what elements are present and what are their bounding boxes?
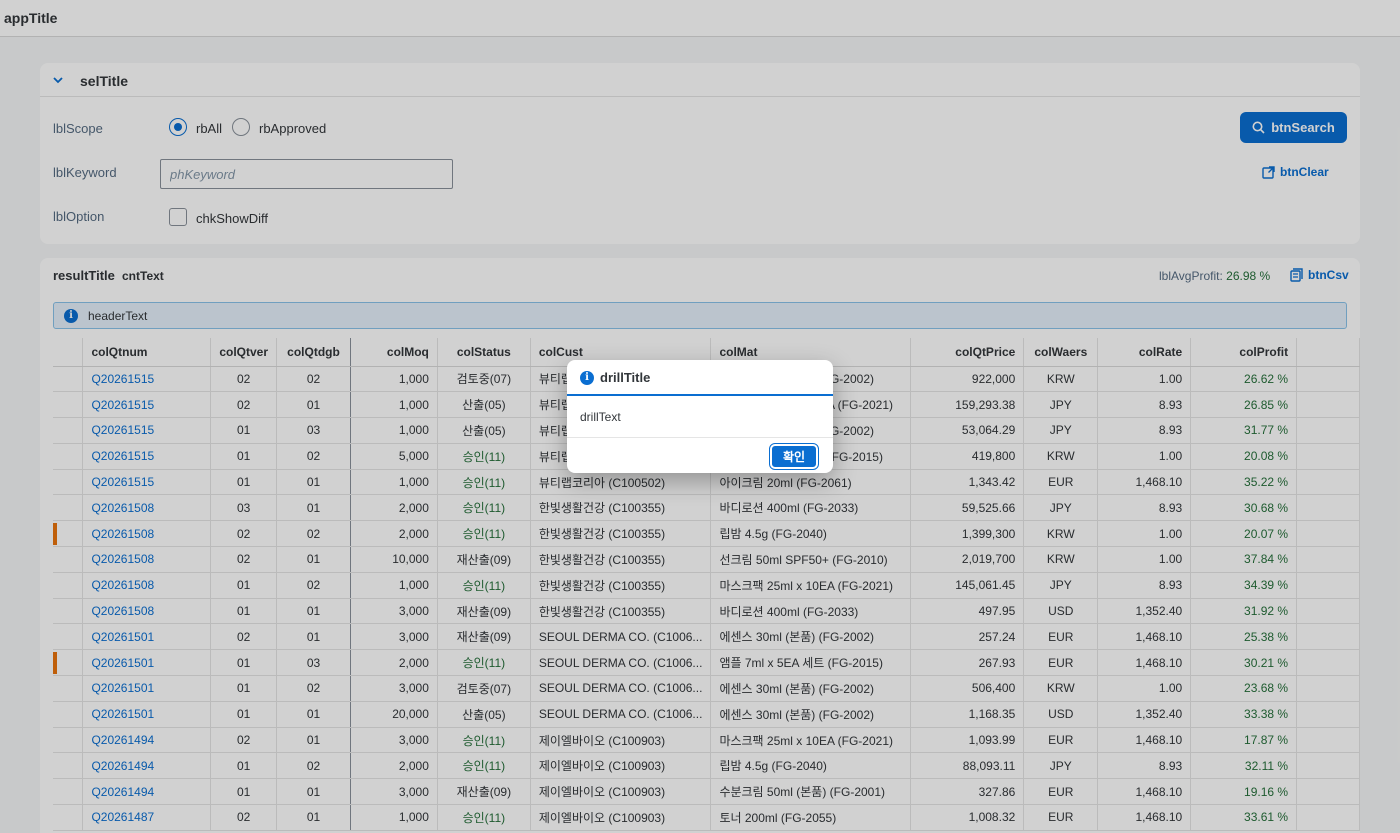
dialog-title: drillTitle	[600, 370, 651, 385]
info-icon: i	[580, 371, 594, 385]
ok-button[interactable]: 확인	[769, 443, 819, 470]
dialog-header: i drillTitle	[567, 360, 833, 396]
drill-dialog: i drillTitle drillText 확인	[567, 360, 833, 473]
dialog-text: drillText	[580, 410, 621, 424]
dialog-footer: 확인	[567, 437, 833, 473]
